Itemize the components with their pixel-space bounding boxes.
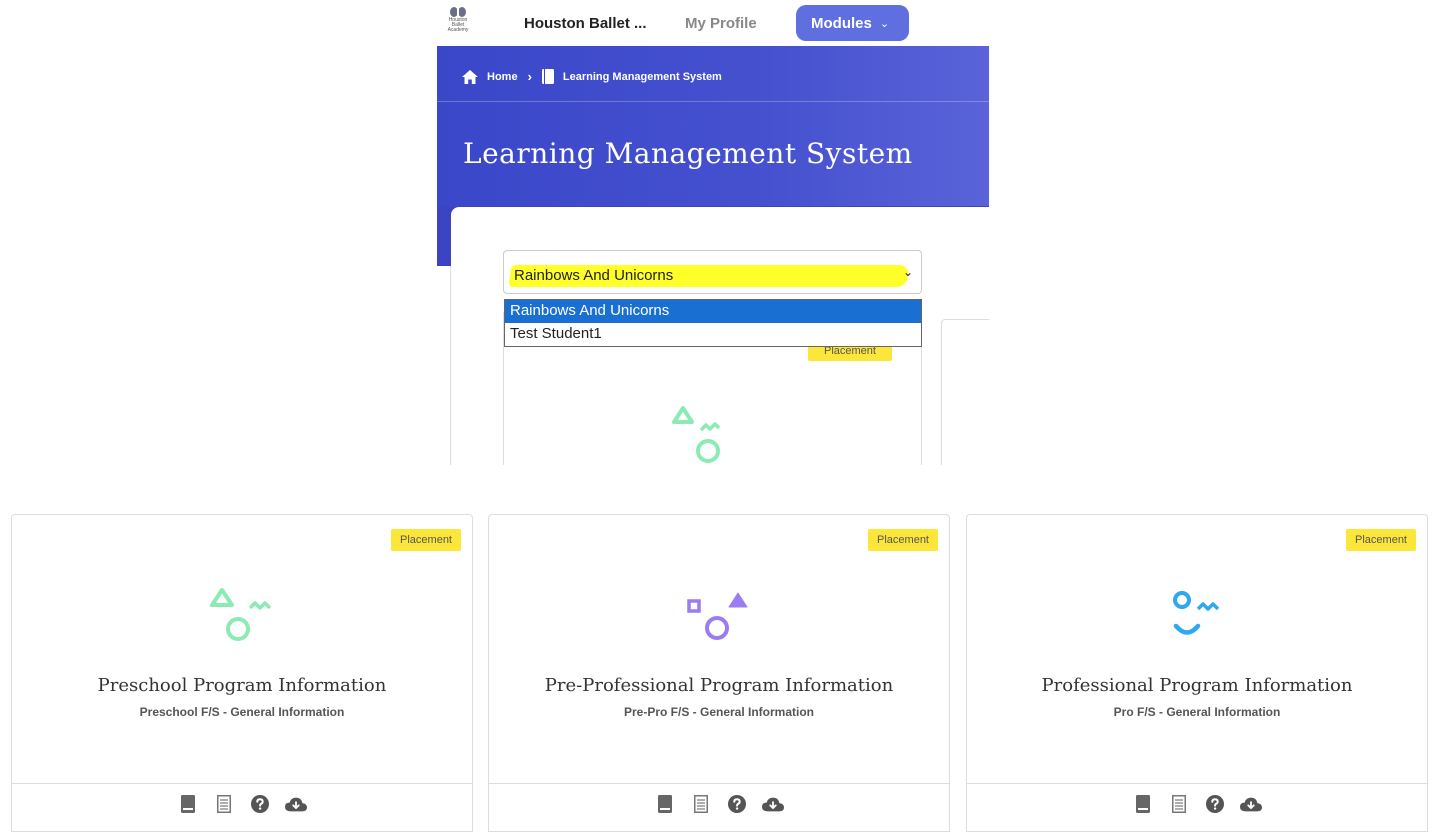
lms-screenshot-crop: Houston Ballet Academy Houston Ballet ..… <box>437 0 989 465</box>
breadcrumb-current: Learning Management System <box>562 70 722 83</box>
program-card-preschool[interactable]: Placement Preschool Program Information … <box>11 514 473 832</box>
home-icon[interactable] <box>462 69 478 84</box>
card-divider <box>12 783 472 784</box>
card-subtitle: Preschool F/S - General Information <box>139 705 345 719</box>
modules-button-label: Modules <box>811 14 872 32</box>
help-circle-icon[interactable] <box>249 793 271 815</box>
card-title[interactable]: Pre-Professional Program Information <box>489 675 949 696</box>
site-title-link[interactable]: Houston Ballet ... <box>524 15 647 32</box>
select-option-test-student1[interactable]: Test Student1 <box>505 323 921 346</box>
book-icon[interactable] <box>654 793 676 815</box>
card-actions <box>654 793 784 815</box>
placement-badge: Placement <box>1346 529 1416 551</box>
student-select-options[interactable]: Rainbows And Unicorns Test Student1 <box>504 299 922 347</box>
book-icon[interactable] <box>177 793 199 815</box>
help-circle-icon[interactable] <box>726 793 748 815</box>
triangle-circle-zigzag-icon <box>672 406 721 463</box>
notepad-icon[interactable] <box>1168 793 1190 815</box>
notepad-icon[interactable] <box>690 793 712 815</box>
square-circle-triangle-icon <box>687 592 748 640</box>
program-card-pre-professional[interactable]: Placement Pre-Professional Program Infor… <box>488 514 950 832</box>
breadcrumb: Home › Learning Management System <box>462 69 722 84</box>
card-actions <box>177 793 307 815</box>
breadcrumb-separator: › <box>527 69 532 84</box>
card-subtitle: Pro F/S - General Information <box>1113 705 1281 719</box>
card-subtitle: Pre-Pro F/S - General Information <box>623 705 815 719</box>
select-option-rainbows[interactable]: Rainbows And Unicorns <box>505 300 921 323</box>
card-divider <box>967 783 1427 784</box>
top-navbar: Houston Ballet Academy Houston Ballet ..… <box>437 0 989 46</box>
placement-badge: Placement <box>868 529 938 551</box>
student-select[interactable]: Rainbows And Unicorns ⌄ <box>503 250 922 294</box>
placement-badge: Placement <box>391 529 461 551</box>
card-title[interactable]: Preschool Program Information <box>12 675 472 696</box>
modules-dropdown-button[interactable]: Modules ⌄ <box>796 5 909 41</box>
card-divider <box>489 783 949 784</box>
my-profile-link[interactable]: My Profile <box>685 15 757 32</box>
houston-ballet-logo[interactable]: Houston Ballet Academy <box>445 6 471 40</box>
book-icon[interactable] <box>1132 793 1154 815</box>
cloud-download-icon[interactable] <box>762 793 784 815</box>
help-circle-icon[interactable] <box>1204 793 1226 815</box>
program-card-professional[interactable]: Placement Professional Program Informati… <box>966 514 1428 832</box>
cloud-download-icon[interactable] <box>1240 793 1262 815</box>
program-card-partial-right[interactable] <box>941 319 989 465</box>
cloud-download-icon[interactable] <box>285 793 307 815</box>
student-select-value: Rainbows And Unicorns <box>514 267 674 284</box>
breadcrumb-home-link[interactable]: Home <box>487 71 518 83</box>
notebook-icon <box>541 69 554 84</box>
triangle-circle-zigzag-icon <box>210 588 272 641</box>
card-actions <box>1132 793 1262 815</box>
chevron-down-icon: ⌄ <box>879 17 890 30</box>
chevron-down-icon: ⌄ <box>902 265 913 279</box>
notepad-icon[interactable] <box>213 793 235 815</box>
card-title[interactable]: Professional Program Information <box>967 675 1427 696</box>
circle-zigzag-smile-icon <box>1173 591 1220 635</box>
panel-left-edge <box>437 266 451 465</box>
breadcrumb-divider <box>437 101 989 102</box>
logo-text-line2: Academy <box>447 27 469 33</box>
page-title: Learning Management System <box>463 137 913 170</box>
